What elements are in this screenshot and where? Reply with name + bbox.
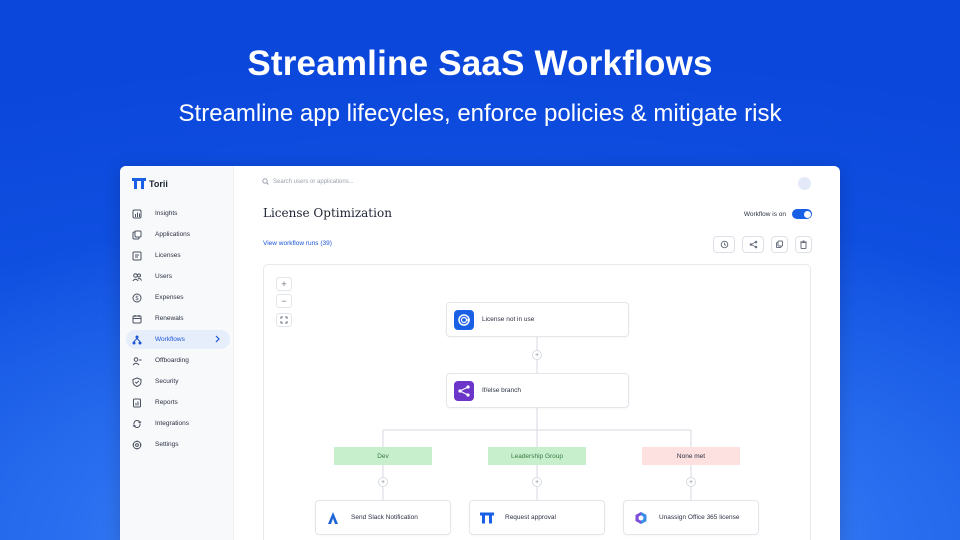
share-icon (749, 240, 757, 249)
action-node-label: Send Slack Notification (351, 514, 418, 521)
sidebar-item-reports[interactable]: Reports (126, 393, 230, 412)
svg-text:$: $ (135, 295, 139, 302)
workflow-actions (713, 236, 812, 253)
calendar-icon (132, 314, 142, 324)
main-content: Search users or applications... License … (234, 166, 840, 540)
copy-icon (776, 240, 783, 248)
logo-text: Torii (149, 178, 168, 189)
app-window: Torii Insights Applications Licenses Use… (120, 166, 840, 540)
sidebar-item-offboarding[interactable]: Offboarding (126, 351, 230, 370)
avatar[interactable] (798, 177, 811, 190)
action-node-label: Unassign Office 365 license (659, 514, 740, 521)
sidebar-item-settings[interactable]: Settings (126, 435, 230, 454)
integrations-icon (132, 419, 142, 429)
workflow-status: Workflow is on (744, 209, 812, 219)
sidebar-item-label: Reports (155, 399, 178, 406)
branch-dev[interactable]: Dev (334, 447, 432, 465)
sidebar-item-label: Applications (155, 231, 191, 238)
sidebar-item-renewals[interactable]: Renewals (126, 309, 230, 328)
sidebar-item-label: Licenses (155, 252, 181, 259)
branch-none-met[interactable]: None met (642, 447, 740, 465)
sidebar-item-security[interactable]: Security (126, 372, 230, 391)
user-remove-icon (132, 356, 142, 366)
bar-chart-icon (132, 209, 142, 219)
trigger-node[interactable]: License not in use (446, 302, 629, 337)
license-trigger-icon (454, 309, 474, 330)
report-icon (132, 398, 142, 408)
sidebar-item-licenses[interactable]: Licenses (126, 246, 230, 265)
hero-subtitle: Streamline app lifecycles, enforce polic… (178, 100, 782, 127)
sidebar-item-users[interactable]: Users (126, 267, 230, 286)
add-step-button[interactable]: + (378, 477, 388, 487)
workflow-toggle[interactable] (792, 209, 812, 219)
sidebar-item-label: Renewals (155, 315, 184, 322)
shield-icon (132, 376, 142, 387)
sidebar-item-expenses[interactable]: $ Expenses (126, 288, 230, 307)
trash-icon (800, 240, 807, 249)
sidebar-item-label: Offboarding (155, 357, 189, 364)
chevron-right-icon (215, 335, 220, 343)
sidebar-item-insights[interactable]: Insights (126, 204, 230, 223)
action-node-approval[interactable]: Request approval (469, 500, 605, 535)
sidebar-item-integrations[interactable]: Integrations (126, 414, 230, 433)
atlassian-icon (323, 508, 343, 528)
workflow-canvas[interactable]: + − License not in use + If/else branch … (263, 264, 811, 540)
license-icon (132, 251, 142, 261)
gear-icon (132, 440, 142, 450)
users-icon (132, 272, 142, 282)
action-node-label: Request approval (505, 514, 556, 521)
torii-icon (477, 508, 497, 528)
trigger-node-label: License not in use (482, 316, 535, 323)
add-step-button[interactable]: + (686, 477, 696, 487)
sidebar: Torii Insights Applications Licenses Use… (120, 166, 234, 540)
sidebar-item-label: Workflows (155, 336, 185, 343)
sidebar-item-label: Security (155, 378, 179, 385)
sidebar-item-workflows[interactable]: Workflows (126, 330, 230, 349)
action-node-office365[interactable]: Unassign Office 365 license (623, 500, 759, 535)
branch-node-label: If/else branch (482, 387, 522, 394)
share-button[interactable] (742, 236, 764, 253)
workflow-toggle-label: Workflow is on (743, 210, 786, 218)
history-icon (720, 240, 728, 249)
add-step-button[interactable]: + (532, 477, 542, 487)
branch-leadership-group[interactable]: Leadership Group (488, 447, 586, 465)
delete-button[interactable] (795, 236, 812, 253)
sidebar-item-label: Integrations (155, 420, 189, 427)
copy-button[interactable] (771, 236, 788, 253)
action-node-slack[interactable]: Send Slack Notification (315, 500, 451, 535)
torii-logo-icon (132, 178, 146, 189)
office365-icon (631, 508, 651, 528)
search-bar[interactable]: Search users or applications... (262, 178, 354, 185)
hero-title: Streamline SaaS Workflows (247, 44, 713, 83)
history-button[interactable] (713, 236, 735, 253)
search-input[interactable]: Search users or applications... (273, 179, 354, 185)
applications-icon (132, 230, 142, 240)
branch-icon (454, 380, 474, 401)
sidebar-item-applications[interactable]: Applications (126, 225, 230, 244)
search-icon (262, 178, 269, 185)
sidebar-item-label: Settings (155, 441, 179, 448)
workflow-icon (132, 335, 142, 345)
dollar-icon: $ (132, 293, 142, 303)
torii-logo[interactable]: Torii (132, 178, 168, 189)
sidebar-item-label: Users (155, 273, 172, 280)
sidebar-nav: Insights Applications Licenses Users $ E… (126, 204, 230, 456)
view-workflow-runs-link[interactable]: View workflow runs (39) (263, 240, 332, 247)
page-title: License Optimization (263, 206, 392, 220)
branch-node[interactable]: If/else branch (446, 373, 629, 408)
sidebar-item-label: Insights (155, 210, 178, 217)
sidebar-item-label: Expenses (155, 294, 184, 301)
add-step-button[interactable]: + (532, 350, 542, 360)
